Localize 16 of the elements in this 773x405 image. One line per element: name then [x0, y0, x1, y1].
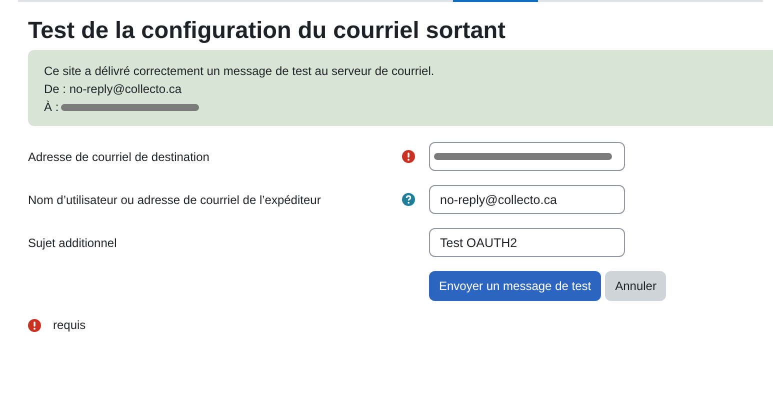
help-icon[interactable] — [402, 193, 415, 206]
alert-text: Ce site a délivré correctement un message de test au serveur de courriel. — [44, 63, 434, 80]
legend-text: requis — [53, 318, 86, 332]
input-field[interactable]: Test OAUTH2 — [429, 228, 625, 257]
field-label: Nom d’utilisateur ou adresse de courriel de l’expéditeur — [28, 192, 322, 206]
cancel-button[interactable]: Annuler — [605, 271, 666, 301]
field-label: Adresse de courriel de destination — [28, 150, 210, 164]
field-label: Sujet additionnel — [28, 236, 118, 250]
input-field[interactable] — [429, 142, 625, 171]
send-test-button[interactable]: Envoyer un message de test — [429, 271, 602, 301]
required-icon — [28, 318, 41, 332]
required-icon — [402, 150, 415, 163]
alert-text: De : no-reply@collecto.ca — [44, 81, 182, 98]
input-field[interactable]: no-reply@collecto.ca — [429, 185, 625, 214]
page-title: Test de la configuration du courriel sortant — [28, 16, 506, 44]
alert-text: À : — [44, 99, 59, 116]
